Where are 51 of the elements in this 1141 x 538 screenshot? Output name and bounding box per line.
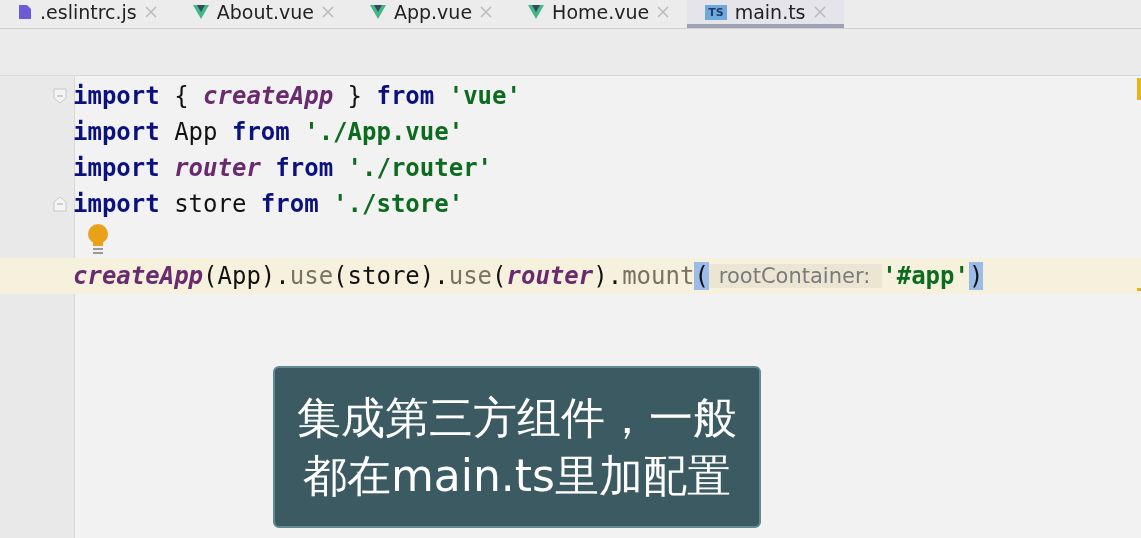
file-icon <box>18 4 32 20</box>
code-text: ). <box>593 262 623 290</box>
code-text: (store). <box>333 262 449 290</box>
code-text: App <box>173 118 219 146</box>
close-icon[interactable] <box>480 6 493 18</box>
editor-tab[interactable]: About.vue <box>174 0 352 28</box>
editor-tab[interactable]: .eslintrc.js <box>0 0 175 28</box>
keyword: from <box>275 154 335 182</box>
vue-icon <box>528 5 545 19</box>
keyword: import <box>73 154 161 182</box>
close-icon[interactable] <box>321 6 334 18</box>
matched-paren: ) <box>968 262 984 290</box>
code-text: } <box>346 82 363 110</box>
close-icon[interactable] <box>813 6 826 18</box>
method-name: use <box>448 262 493 290</box>
close-icon[interactable] <box>657 6 670 18</box>
string-literal: './App.vue' <box>304 118 464 146</box>
identifier: createApp <box>73 262 204 290</box>
code-text: ( <box>492 262 507 290</box>
code-text: (App). <box>203 262 290 290</box>
identifier: createApp <box>203 82 334 110</box>
close-icon[interactable] <box>144 6 157 18</box>
keyword: from <box>376 82 436 110</box>
ts-icon: TS <box>705 4 727 20</box>
fold-icon[interactable] <box>53 88 67 104</box>
editor-tab[interactable]: Home.vue <box>510 0 688 28</box>
identifier: router <box>174 154 262 182</box>
matched-paren: ( <box>694 262 709 290</box>
editor-tab[interactable]: TS main.ts <box>687 0 844 28</box>
parameter-hint: rootContainer: <box>708 264 883 288</box>
keyword: from <box>231 118 291 146</box>
vue-icon <box>192 5 209 19</box>
code-text: store <box>173 190 248 218</box>
fold-icon[interactable] <box>53 196 67 212</box>
keyword: import <box>73 118 160 146</box>
identifier: router <box>506 262 594 290</box>
string-literal: '#app' <box>882 262 969 290</box>
method-name: mount <box>622 262 695 290</box>
vue-icon <box>369 5 386 19</box>
string-literal: 'vue' <box>448 82 521 110</box>
editor-tab[interactable]: App.vue <box>351 0 511 28</box>
caption-text: 集成第三方组件，一般 <box>297 391 737 445</box>
keyword: from <box>260 190 320 218</box>
lightbulb-icon[interactable] <box>87 224 109 256</box>
string-literal: './router' <box>347 154 493 182</box>
caption-text: 都在main.ts里加配置 <box>302 449 732 503</box>
keyword: import <box>73 82 160 110</box>
keyword: import <box>73 190 160 218</box>
method-name: use <box>289 262 334 290</box>
code-text: { <box>173 82 190 110</box>
string-literal: './store' <box>333 190 464 218</box>
